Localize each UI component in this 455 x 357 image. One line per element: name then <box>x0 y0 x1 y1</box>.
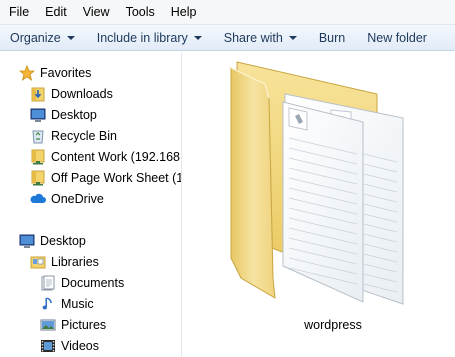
share-with-button[interactable]: Share with <box>216 31 311 45</box>
network-folder-icon <box>31 170 45 186</box>
folder-item[interactable] <box>227 58 407 318</box>
file-list-pane: wordpress <box>183 52 455 357</box>
command-toolbar: Organize Include in library Share with B… <box>0 24 455 51</box>
nav-label: Desktop <box>51 108 97 122</box>
nav-label: Music <box>61 297 94 311</box>
nav-recycle-bin[interactable]: Recycle Bin <box>30 126 117 146</box>
nav-label: Off Page Work Sheet (192 <box>51 171 181 185</box>
chevron-down-icon <box>288 35 297 40</box>
network-folder-icon <box>31 149 45 165</box>
desktop-icon <box>19 234 35 248</box>
menu-edit[interactable]: Edit <box>36 0 74 24</box>
menu-file[interactable]: File <box>0 0 36 24</box>
chevron-down-icon <box>193 35 202 40</box>
nav-onedrive[interactable]: OneDrive <box>30 189 104 209</box>
burn-button[interactable]: Burn <box>311 31 359 45</box>
nav-documents[interactable]: Documents <box>40 273 124 293</box>
include-in-library-button[interactable]: Include in library <box>89 31 216 45</box>
nav-desktop[interactable]: Desktop <box>19 231 86 251</box>
libraries-icon <box>30 256 46 269</box>
nav-libraries[interactable]: Libraries <box>30 252 99 272</box>
folder-name-label: wordpress <box>304 318 362 332</box>
nav-videos[interactable]: Videos <box>40 336 99 356</box>
nav-downloads[interactable]: Downloads <box>30 84 113 104</box>
large-folder-icon <box>230 61 404 305</box>
nav-label: Libraries <box>51 255 99 269</box>
nav-favorites[interactable]: Favorites <box>19 63 91 83</box>
share-with-label: Share with <box>223 30 283 45</box>
pictures-icon <box>40 319 56 331</box>
include-in-library-label: Include in library <box>96 30 188 45</box>
nav-music[interactable]: Music <box>40 294 94 314</box>
nav-label: Pictures <box>61 318 107 332</box>
nav-content-work[interactable]: Content Work (192.168.1 <box>30 147 182 167</box>
nav-label: OneDrive <box>51 192 104 206</box>
menu-help[interactable]: Help <box>162 0 204 24</box>
nav-label: Documents <box>61 276 125 290</box>
nav-label: Downloads <box>51 87 113 101</box>
music-note-icon <box>42 297 52 310</box>
organize-button[interactable]: Organize <box>0 31 89 45</box>
nav-label: Desktop <box>40 234 86 248</box>
chevron-down-icon <box>66 35 75 40</box>
nav-off-page-work-sheet[interactable]: Off Page Work Sheet (192 <box>30 168 181 188</box>
star-icon <box>19 65 35 81</box>
videos-filmstrip-icon <box>41 340 55 352</box>
navigation-pane: Favorites Downloads Desktop Recycle Bin <box>0 52 182 357</box>
nav-label: Videos <box>61 339 99 353</box>
documents-icon <box>41 275 55 291</box>
desktop-icon <box>30 108 46 122</box>
onedrive-cloud-icon <box>30 193 46 203</box>
nav-label: Content Work (192.168.1 <box>51 150 182 164</box>
organize-label: Organize <box>10 30 61 45</box>
recycle-bin-icon <box>32 130 44 144</box>
nav-label: Favorites <box>40 66 92 80</box>
downloads-folder-icon <box>31 87 45 102</box>
new-folder-button[interactable]: New folder <box>359 31 435 45</box>
nav-desktop-favorite[interactable]: Desktop <box>30 105 97 125</box>
menu-view[interactable]: View <box>74 0 117 24</box>
nav-pictures[interactable]: Pictures <box>40 315 106 335</box>
menu-bar: File Edit View Tools Help <box>0 0 455 24</box>
menu-tools[interactable]: Tools <box>117 0 162 24</box>
nav-label: Recycle Bin <box>51 129 117 143</box>
